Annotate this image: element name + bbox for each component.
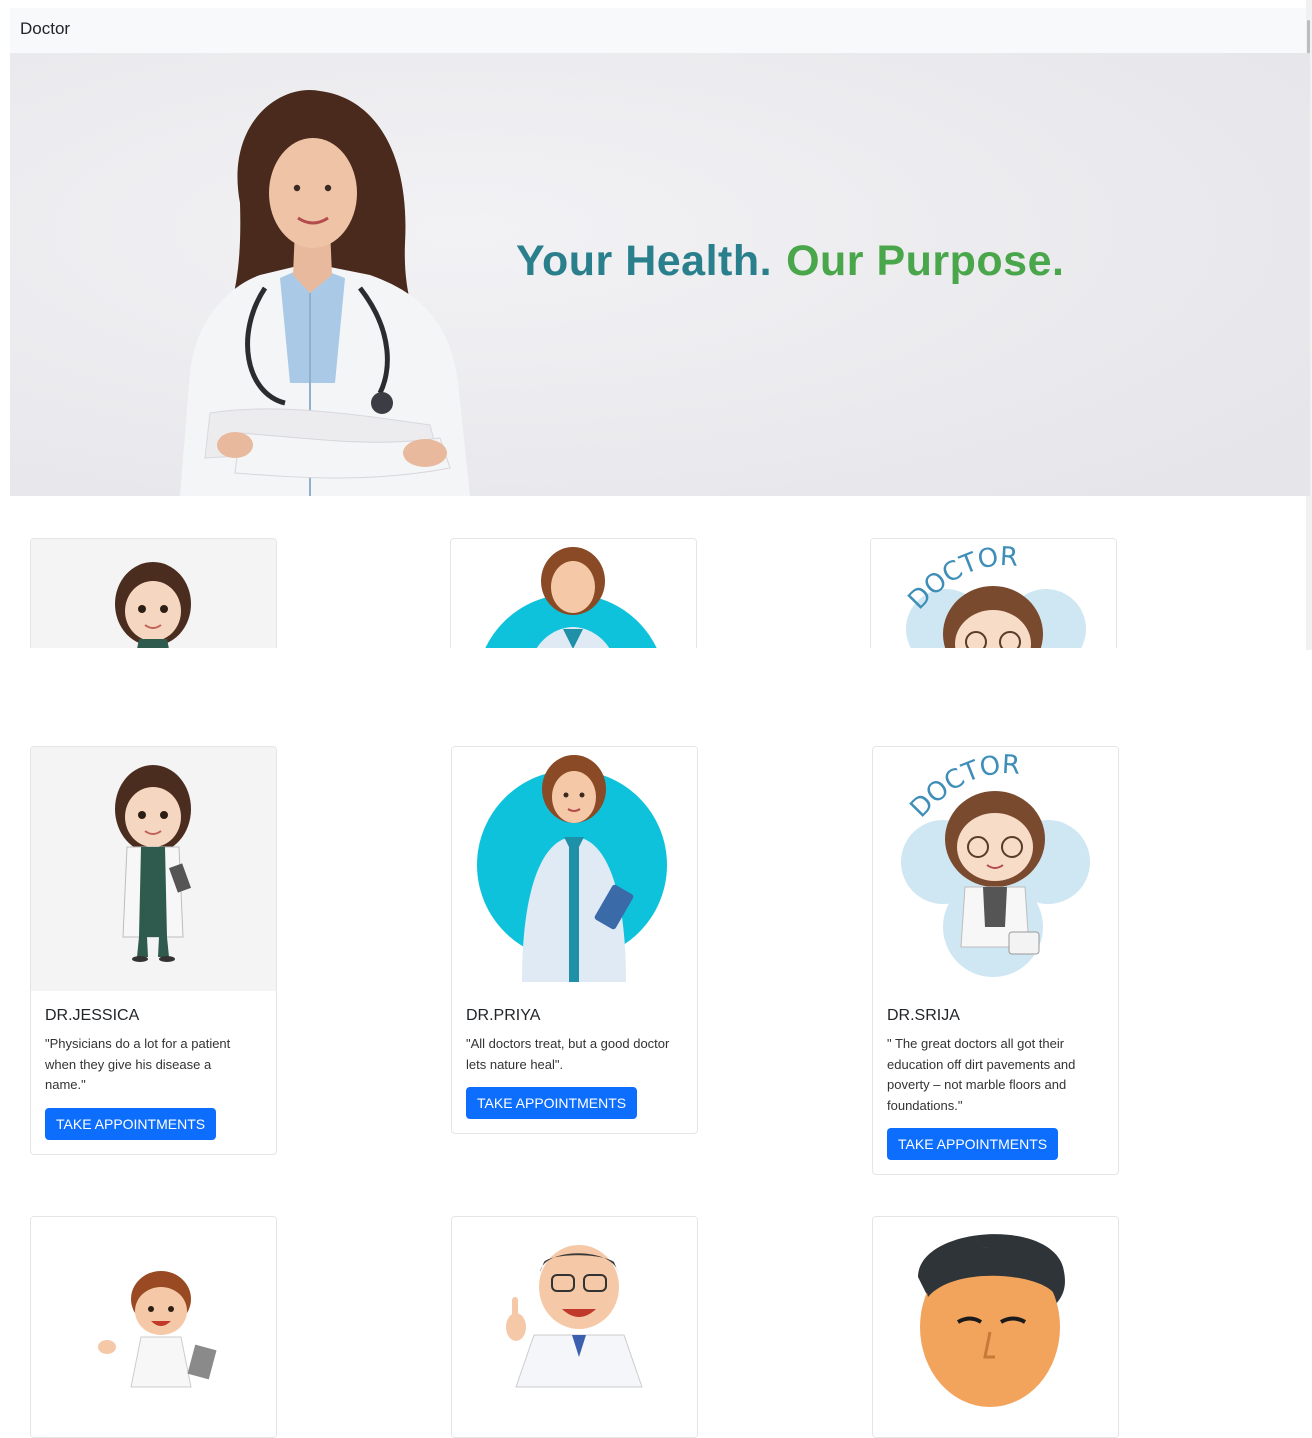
doctor-card-preview-priya [450, 538, 697, 648]
tagline-part1: Your Health. [516, 237, 773, 285]
hero-banner: Your Health. Our Purpose. [10, 53, 1310, 496]
doctor-image-srija-preview: DOCTOR [871, 539, 1116, 648]
doctor-image-boy [31, 1217, 276, 1437]
doctor-card-partial [451, 1216, 698, 1438]
doctor-image-priya-preview [451, 539, 696, 648]
doctor-image-jessica-preview [31, 539, 276, 648]
clipped-card-row: DOCTOR [30, 538, 1130, 648]
hero-tagline: Your Health. Our Purpose. [516, 237, 1064, 286]
doctor-name: DR.PRIYA [466, 1007, 541, 1024]
doctor-quote: " The great doctors all got their educat… [887, 1036, 1076, 1113]
navbar: Doctor [10, 8, 1310, 53]
navbar-brand[interactable]: Doctor [20, 19, 70, 39]
doctor-image-jessica [31, 747, 276, 991]
doctor-card-preview-jessica [30, 538, 277, 648]
doctor-card-partial [30, 1216, 277, 1438]
doctor-card-partial [872, 1216, 1119, 1438]
doctor-name: DR.SRIJA [887, 1007, 960, 1024]
doctor-image-priya [452, 747, 697, 991]
doctor-card: DR.PRIYA "All doctors treat, but a good … [451, 746, 698, 1134]
doctor-card: DR.JESSICA "Physicians do a lot for a pa… [30, 746, 277, 1155]
take-appointments-button[interactable]: TAKE APPOINTMENTS [887, 1128, 1059, 1160]
tagline-part2: Our Purpose. [786, 237, 1065, 285]
take-appointments-button[interactable]: TAKE APPOINTMENTS [466, 1087, 638, 1119]
doctor-image-glasses-man [452, 1217, 697, 1437]
doctor-card-preview-srija: DOCTOR [870, 538, 1117, 648]
doctor-name: DR.JESSICA [45, 1007, 140, 1024]
doctor-card: DOCTOR DR.SRIJA " The great doctors all … [872, 746, 1119, 1175]
take-appointments-button[interactable]: TAKE APPOINTMENTS [45, 1108, 217, 1140]
doctor-image-srija: DOCTOR [873, 747, 1118, 991]
doctor-quote: "Physicians do a lot for a patient when … [45, 1036, 231, 1092]
doctor-image-man [873, 1217, 1118, 1437]
doctor-quote: "All doctors treat, but a good doctor le… [466, 1036, 670, 1072]
